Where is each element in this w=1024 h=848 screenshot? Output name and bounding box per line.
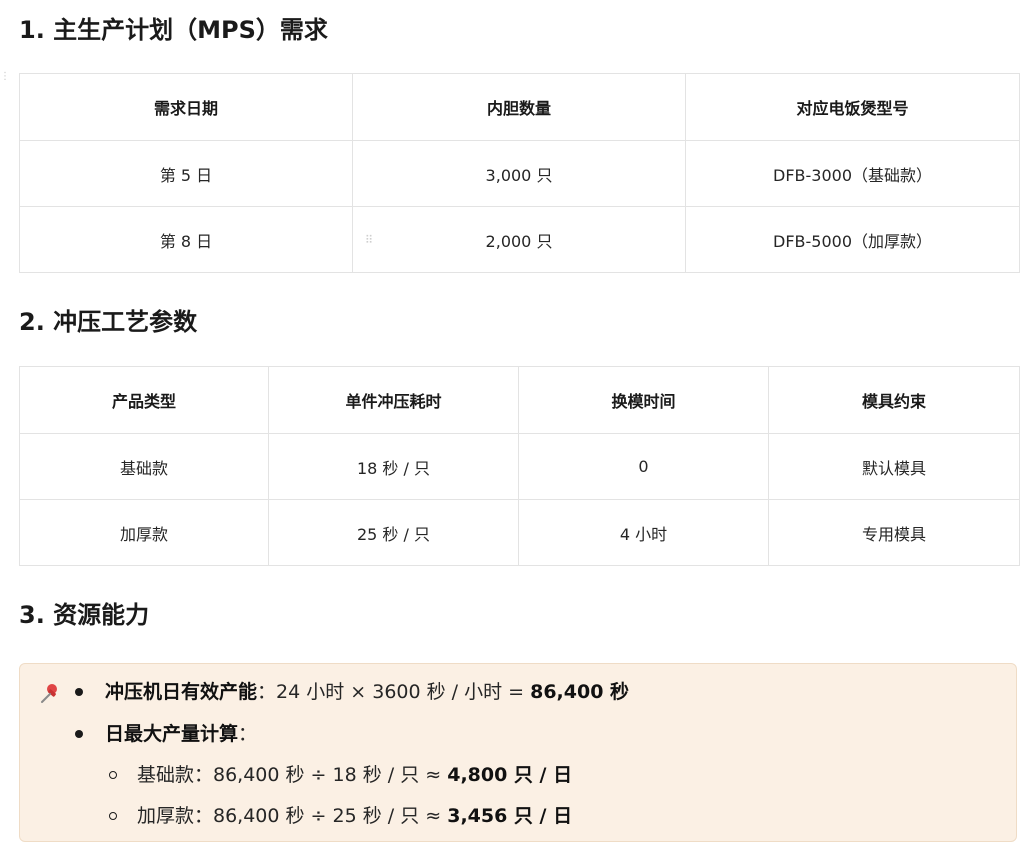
pushpin-icon <box>39 682 61 704</box>
column-header: 单件冲压耗时 <box>268 366 519 434</box>
drag-handle-icon[interactable]: ⋮ <box>0 72 10 86</box>
resource-callout: 冲压机日有效产能：24 小时 × 3600 秒 / 小时 = 86,400 秒 … <box>19 663 1017 842</box>
sub-bullet-icon <box>109 771 117 779</box>
table-cell: 专用模具 <box>768 499 1020 566</box>
table-row: 第 8 日 ⠿ 2,000 只 DFB-5000（加厚款） <box>19 206 1020 273</box>
table-row: 加厚款 25 秒 / 只 4 小时 专用模具 <box>19 499 1020 566</box>
table-cell: 4 小时 <box>518 499 769 566</box>
sub-item-result: 3,456 只 / 日 <box>447 805 573 827</box>
table-cell: 3,000 只 <box>352 140 686 207</box>
column-header: 需求日期 <box>19 73 353 141</box>
section-heading-mps: 1. 主生产计划（MPS）需求 <box>19 16 328 44</box>
document-page: ⋮ 1. 主生产计划（MPS）需求 需求日期 内胆数量 对应电饭煲型号 第 5 … <box>0 0 1024 848</box>
table-cell: 加厚款 <box>19 499 269 566</box>
table-cell: 18 秒 / 只 <box>268 433 519 500</box>
column-header: 产品类型 <box>19 366 269 434</box>
table-cell-text: 2,000 只 <box>485 231 553 251</box>
sub-item-text: 加厚款：86,400 秒 ÷ 25 秒 / 只 ≈ <box>137 805 448 827</box>
table-cell: 基础款 <box>19 433 269 500</box>
table-cell: DFB-5000（加厚款） <box>685 206 1020 273</box>
table-header-row: 产品类型 单件冲压耗时 换模时间 模具约束 <box>19 366 1020 434</box>
item-text: ：24 小时 × 3600 秒 / 小时 = <box>257 681 531 703</box>
row-drag-handle-icon[interactable]: ⠿ <box>365 234 373 245</box>
list-item-max-output: 日最大产量计算： <box>105 720 257 748</box>
sub-list-item-thick: 加厚款：86,400 秒 ÷ 25 秒 / 只 ≈ 3,456 只 / 日 <box>137 802 572 830</box>
sub-item-result: 4,800 只 / 日 <box>447 764 573 786</box>
column-header: 换模时间 <box>518 366 769 434</box>
table-cell: 25 秒 / 只 <box>268 499 519 566</box>
sub-bullet-icon <box>109 812 117 820</box>
table-row: 基础款 18 秒 / 只 0 默认模具 <box>19 433 1020 500</box>
table-cell: 默认模具 <box>768 433 1020 500</box>
sub-item-text: 基础款：86,400 秒 ÷ 18 秒 / 只 ≈ <box>137 764 448 786</box>
table-header-row: 需求日期 内胆数量 对应电饭煲型号 <box>19 73 1020 141</box>
column-header: 模具约束 <box>768 366 1020 434</box>
table-row: 第 5 日 3,000 只 DFB-3000（基础款） <box>19 140 1020 207</box>
section-heading-stamping: 2. 冲压工艺参数 <box>19 308 198 336</box>
bullet-icon <box>75 730 83 738</box>
table-cell: 第 5 日 <box>19 140 353 207</box>
column-header: 对应电饭煲型号 <box>685 73 1020 141</box>
table-cell-with-handle: ⠿ 2,000 只 <box>352 206 686 273</box>
item-text: ： <box>238 723 258 745</box>
stamping-parameters-table: 产品类型 单件冲压耗时 换模时间 模具约束 基础款 18 秒 / 只 0 默认模… <box>19 366 1020 566</box>
item-result: 86,400 秒 <box>530 681 630 703</box>
column-header: 内胆数量 <box>352 73 686 141</box>
item-label: 日最大产量计算 <box>105 723 239 745</box>
table-cell: 0 <box>518 433 769 500</box>
bullet-icon <box>75 688 83 696</box>
item-label: 冲压机日有效产能 <box>105 681 258 703</box>
section-heading-resources: 3. 资源能力 <box>19 601 150 629</box>
sub-list-item-basic: 基础款：86,400 秒 ÷ 18 秒 / 只 ≈ 4,800 只 / 日 <box>137 761 572 789</box>
table-cell: DFB-3000（基础款） <box>685 140 1020 207</box>
table-cell: 第 8 日 <box>19 206 353 273</box>
list-item-capacity: 冲压机日有效产能：24 小时 × 3600 秒 / 小时 = 86,400 秒 <box>105 678 629 706</box>
mps-demand-table: 需求日期 内胆数量 对应电饭煲型号 第 5 日 3,000 只 DFB-3000… <box>19 73 1020 273</box>
